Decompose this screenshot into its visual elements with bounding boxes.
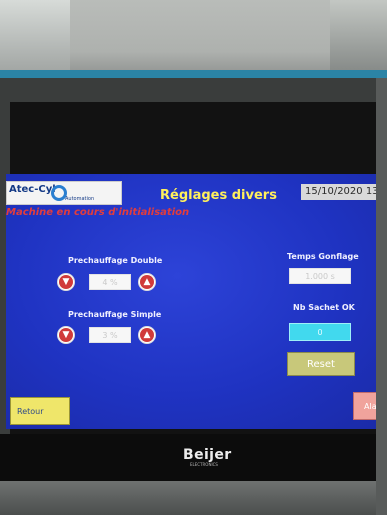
preheat-double-label: Prechauffage Double [68, 256, 163, 265]
back-button[interactable]: Retour [10, 397, 70, 425]
preheat-double-up-button[interactable]: ▲ [138, 273, 156, 291]
page-title: Réglages divers [160, 188, 277, 203]
beijer-logo: Beijer [183, 447, 232, 463]
photo-scene: Atec-Cyl Automation Réglages divers 15/1… [0, 0, 387, 515]
device-right-edge [376, 78, 387, 515]
preheat-double-down-button[interactable]: ▼ [57, 273, 75, 291]
atec-logo: Atec-Cyl Automation [6, 181, 122, 205]
sachet-ok-label: Nb Sachet OK [293, 303, 355, 312]
down-arrow-icon: ▼ [59, 275, 73, 289]
datetime-display: 15/10/2020 13:59 [301, 184, 387, 200]
sachet-ok-value: 0 [289, 323, 351, 341]
inflate-time-value[interactable]: 1.000 s [289, 268, 351, 284]
preheat-double-value[interactable]: 4 % [89, 274, 131, 290]
device-frame-bottom [0, 481, 387, 515]
inflate-time-label: Temps Gonflage [287, 252, 359, 261]
machine-status-text: Machine en cours d'initialisation [6, 207, 190, 218]
preheat-simple-down-button[interactable]: ▼ [57, 326, 75, 344]
logo-text: Atec-Cyl [9, 184, 56, 195]
background-block-left [0, 0, 70, 78]
hmi-screen: Atec-Cyl Automation Réglages divers 15/1… [6, 174, 387, 429]
up-arrow-icon: ▲ [140, 275, 154, 289]
up-arrow-icon: ▲ [140, 328, 154, 342]
reset-button[interactable]: Reset [287, 352, 355, 376]
preheat-simple-up-button[interactable]: ▲ [138, 326, 156, 344]
preheat-simple-label: Prechauffage Simple [68, 310, 162, 319]
background-block-right [330, 0, 387, 80]
down-arrow-icon: ▼ [59, 328, 73, 342]
logo-subtext: Automation [65, 196, 95, 202]
beijer-subtext: ELECTRONICS [190, 462, 218, 467]
preheat-simple-value[interactable]: 3 % [89, 327, 131, 343]
